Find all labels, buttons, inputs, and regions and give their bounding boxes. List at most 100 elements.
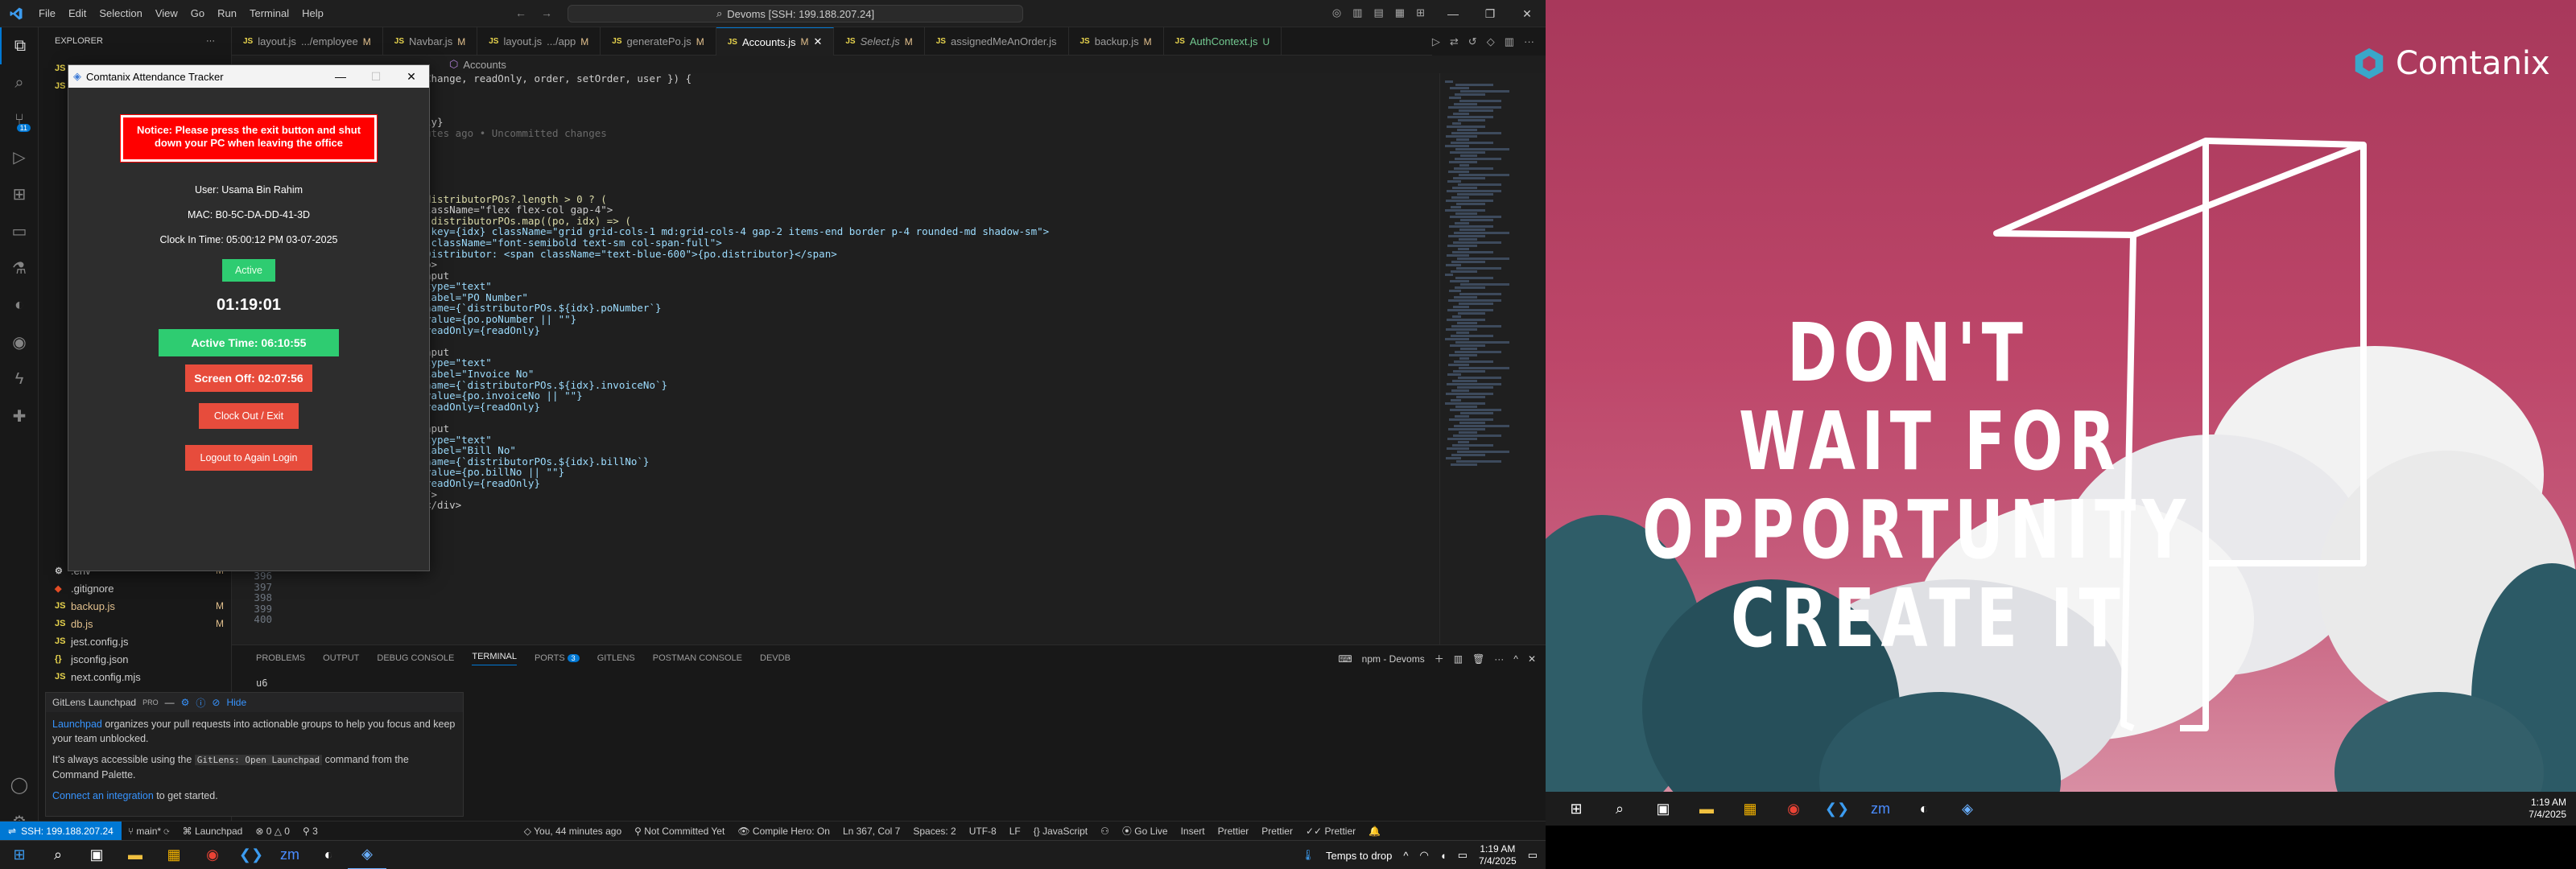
code-line[interactable]: nput — [425, 347, 1049, 358]
tracker-taskbar-icon[interactable]: ◈ — [348, 841, 386, 869]
run-icon[interactable]: ▷ — [1432, 35, 1440, 48]
tab-ports[interactable]: PORTS 3 — [535, 653, 580, 663]
code-line[interactable]: utes ago • Uncommitted changes — [425, 128, 1049, 139]
connect-integration-link[interactable]: Connect an integration — [52, 790, 154, 801]
prettier-status-2[interactable]: Prettier — [1255, 826, 1299, 837]
search-icon[interactable]: ⌕ — [0, 64, 39, 101]
more-actions-icon[interactable]: ··· — [206, 36, 215, 46]
code-line[interactable]: label="Invoice No" — [425, 369, 1049, 380]
tab-authcontext[interactable]: JS AuthContext.js U — [1164, 27, 1282, 56]
commit-status[interactable]: ⚲ Not Committed Yet — [628, 826, 731, 837]
tab-postman-console[interactable]: POSTMAN CONSOLE — [653, 653, 742, 663]
menu-help[interactable]: Help — [295, 7, 330, 19]
code-line[interactable]: ly} — [425, 117, 1049, 128]
close-icon[interactable]: ✕ — [394, 70, 429, 84]
code-line[interactable]: /> — [425, 488, 1049, 500]
start-icon[interactable]: ⊞ — [0, 841, 39, 869]
more-actions-icon[interactable]: ··· — [1524, 35, 1534, 47]
vscode-taskbar-icon[interactable]: ❮❯ — [232, 841, 270, 869]
command-center[interactable]: ⌕ Devoms [SSH: 199.188.207.24] — [568, 5, 1023, 23]
close-panel-icon[interactable]: ✕ — [1528, 653, 1536, 665]
problems-status[interactable]: ⊗ 0 △ 0 — [249, 826, 296, 837]
clock[interactable]: 1:19 AM 7/4/2025 — [1479, 843, 1517, 867]
testing-icon[interactable]: ⚗ — [0, 249, 39, 286]
code-line[interactable]: readOnly={readOnly} — [425, 402, 1049, 413]
code-line[interactable]: readOnly={readOnly} — [425, 325, 1049, 336]
forward-arrow-icon[interactable]: → — [541, 6, 552, 19]
tab-layout-employee[interactable]: JS layout.js .../employee M — [232, 27, 383, 56]
store-icon[interactable]: ▦ — [155, 841, 193, 869]
launchpad-status[interactable]: ⌘ Launchpad — [176, 826, 250, 837]
code-line[interactable]: lassName="flex flex-col gap-4"> — [425, 204, 1049, 216]
menu-selection[interactable]: Selection — [93, 7, 148, 19]
weather-text[interactable]: Temps to drop — [1326, 850, 1392, 862]
tracker-taskbar-icon[interactable]: ◈ — [1948, 794, 1987, 823]
code-line[interactable]: distributorPOs?.length > 0 ? ( — [425, 193, 1049, 205]
indentation[interactable]: Spaces: 2 — [906, 826, 962, 837]
search-icon[interactable]: ⌕ — [1600, 794, 1639, 823]
app-circle-icon[interactable]: ◐ — [1905, 794, 1943, 823]
chrome-icon[interactable]: ◉ — [1774, 794, 1813, 823]
file-jsconfig[interactable]: {} jsconfig.json — [39, 650, 232, 668]
code-line[interactable]: value={po.billNo || ""} — [425, 467, 1049, 478]
trash-icon[interactable]: 🗑 — [1472, 653, 1484, 665]
code-line[interactable] — [425, 84, 1049, 96]
code-line[interactable]: value={po.invoiceNo || ""} — [425, 390, 1049, 402]
code-area[interactable]: Change, readOnly, order, setOrder, user … — [425, 73, 1049, 511]
python-icon[interactable]: ✚ — [0, 397, 39, 434]
code-line[interactable] — [425, 336, 1049, 347]
terminal-output[interactable]: u6 — [256, 677, 267, 689]
menu-go[interactable]: Go — [184, 7, 211, 19]
tab-gitlens[interactable]: GITLENS — [597, 653, 635, 663]
menu-view[interactable]: View — [149, 7, 184, 19]
task-view-icon[interactable]: ▣ — [1644, 794, 1682, 823]
tab-navbar[interactable]: JS Navbar.js M — [383, 27, 478, 56]
code-line[interactable]: name={`distributorPOs.${idx}.poNumber`} — [425, 303, 1049, 314]
code-line[interactable] — [425, 139, 1049, 150]
menu-edit[interactable]: Edit — [62, 7, 93, 19]
cursor-position[interactable]: Ln 367, Col 7 — [836, 826, 906, 837]
restore-icon[interactable]: ❐ — [1472, 0, 1509, 27]
zoom-icon[interactable]: zm — [270, 841, 309, 869]
eol[interactable]: LF — [1003, 826, 1027, 837]
code-line[interactable] — [425, 183, 1049, 194]
code-line[interactable]: type="text" — [425, 434, 1049, 446]
app-circle-icon[interactable]: ◐ — [309, 841, 348, 869]
code-line[interactable]: key={idx} className="grid grid-cols-1 md… — [425, 226, 1050, 237]
toggle-sidebar-icon[interactable]: ▥ — [1352, 6, 1362, 19]
code-line[interactable]: .distributorPOs.map((po, idx) => ( — [425, 216, 1049, 227]
new-terminal-icon[interactable]: ＋ — [1435, 652, 1444, 665]
tab-generatepo[interactable]: JS generatePo.js M — [601, 27, 716, 56]
language-mode[interactable]: {} JavaScript — [1027, 826, 1094, 837]
toggle-panel-icon[interactable]: ▤ — [1374, 6, 1384, 19]
notification-center-icon[interactable]: ▭ — [1528, 849, 1538, 862]
code-line[interactable]: type="text" — [425, 281, 1049, 292]
code-line[interactable]: name={`distributorPOs.${idx}.invoiceNo`} — [425, 380, 1049, 391]
code-line[interactable]: </div> — [425, 500, 1049, 511]
extensions-icon[interactable]: ⊞ — [0, 175, 39, 212]
code-line[interactable] — [425, 106, 1049, 117]
tab-output[interactable]: OUTPUT — [323, 653, 359, 663]
git-icon[interactable]: ◇ — [1487, 35, 1495, 48]
zoom-icon[interactable]: zm — [1861, 794, 1900, 823]
code-line[interactable]: label="Bill No" — [425, 445, 1049, 456]
search-icon[interactable]: ⌕ — [39, 841, 77, 869]
file-explorer-icon[interactable]: ▬ — [116, 841, 155, 869]
run-debug-icon[interactable]: ▷ — [0, 138, 39, 175]
code-line[interactable]: readOnly={readOnly} — [425, 478, 1049, 489]
code-line[interactable]: p> — [425, 259, 1049, 270]
account-icon[interactable]: ◯ — [0, 766, 39, 803]
code-line[interactable]: className="font-semibold text-sm col-spa… — [425, 237, 1049, 249]
code-line[interactable]: Distributor: <span className="text-blue-… — [425, 248, 1049, 260]
tab-select[interactable]: JS Select.js M — [834, 27, 925, 56]
clock-out-button[interactable]: Clock Out / Exit — [199, 403, 299, 429]
split-editor-icon[interactable]: ▥ — [1505, 35, 1514, 48]
customize-layout-icon[interactable]: ⊞ — [1416, 6, 1425, 19]
compare-icon[interactable]: ⇄ — [1450, 35, 1459, 48]
wifi-icon[interactable]: ◠ — [1419, 849, 1428, 862]
remote-indicator[interactable]: ⇌ SSH: 199.188.207.24 — [0, 821, 122, 841]
copilot-icon[interactable]: ◎ — [1332, 6, 1341, 19]
battery-icon[interactable]: ▭ — [1458, 849, 1468, 862]
history-icon[interactable]: ↺ — [1468, 35, 1477, 48]
ports-status[interactable]: ⚲ 3 — [296, 826, 324, 837]
